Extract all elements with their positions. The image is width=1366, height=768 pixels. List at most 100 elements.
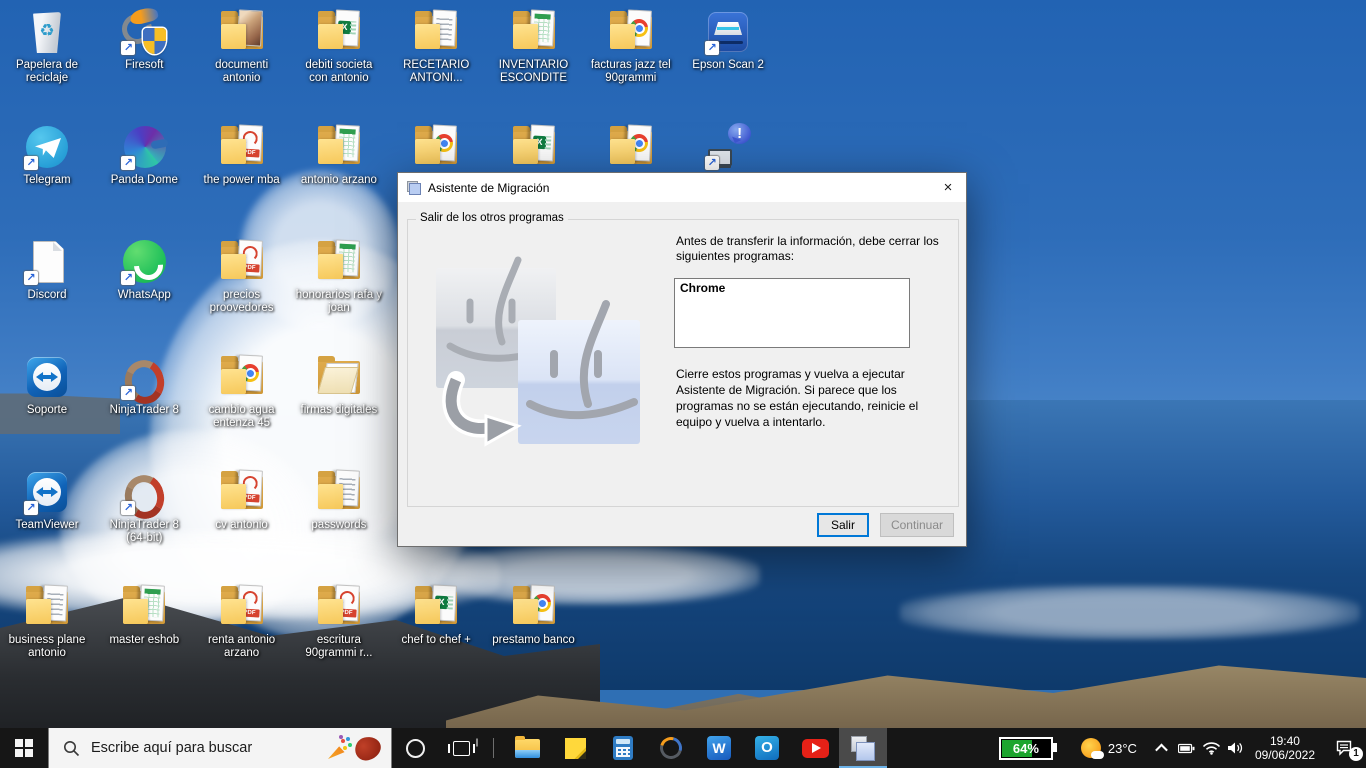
- task-view-button[interactable]: [438, 728, 484, 768]
- search-icon: [63, 740, 80, 757]
- programs-listbox[interactable]: Chrome: [674, 278, 910, 348]
- desktop-icon-firesoft[interactable]: Firesoft: [100, 5, 188, 72]
- desktop-icon-documenti-antonio[interactable]: documenti antonio: [198, 8, 286, 85]
- desktop-icon-chef-to-chef[interactable]: chef to chef +: [392, 583, 480, 647]
- screen: Papelera de reciclaje Firesoft documenti a…: [0, 0, 1366, 768]
- shortcut-arrow-icon: [705, 156, 720, 170]
- desktop-icon-inventario-escondite[interactable]: INVENTARIO ESCONDITE: [490, 8, 578, 85]
- taskbar-youtube-button[interactable]: [791, 728, 839, 768]
- desktop-icon-epson-scan-2[interactable]: Epson Scan 2: [684, 8, 772, 72]
- battery-percentage-widget[interactable]: 64%: [998, 736, 1057, 760]
- desktop-icon-label: escritura 90grammi r...: [305, 634, 373, 659]
- desktop-icon-escritura-90grammi[interactable]: escritura 90grammi r...: [295, 583, 383, 660]
- taskbar-sticky-notes-button[interactable]: [551, 728, 599, 768]
- clock[interactable]: 19:40 09/06/2022: [1255, 734, 1315, 763]
- folder-chrome-hidden-2-icon: [607, 123, 655, 171]
- desktop-icon-teamviewer[interactable]: TeamViewer: [3, 468, 91, 532]
- desktop-icon-label: TeamViewer: [15, 519, 79, 531]
- desktop-icon-facturas-jazz-tel-90grammi[interactable]: facturas jazz tel 90grammi: [587, 8, 675, 85]
- desktop-icon-label: antonio arzano: [300, 174, 377, 186]
- desktop-icon-the-power-mba[interactable]: the power mba: [198, 123, 286, 187]
- firesoft-icon: [659, 736, 683, 760]
- desktop-icon-telegram[interactable]: Telegram: [3, 123, 91, 187]
- desktop-icon-honorarios-rafa-y-joan[interactable]: honorarios rafa y joan: [295, 238, 383, 315]
- start-button[interactable]: [0, 728, 48, 768]
- desktop-icon-label: cv antonio: [215, 519, 268, 531]
- folder-chrome-hidden-1-icon: [412, 123, 460, 171]
- renta-antonio-arzano-icon: [218, 583, 266, 631]
- desktop-icon-whatsapp[interactable]: WhatsApp: [100, 238, 188, 302]
- desktop-icon-ninjatrader-8[interactable]: NinjaTrader 8: [100, 353, 188, 417]
- migration-assistant-dialog: Asistente de Migración × Salir de los ot…: [397, 172, 967, 547]
- weather-widget[interactable]: 23°C: [1080, 738, 1137, 759]
- desktop-icon-recycle-bin[interactable]: Papelera de reciclaje: [3, 8, 91, 85]
- taskbar-word-button[interactable]: [695, 728, 743, 768]
- chef-to-chef-icon: [412, 583, 460, 631]
- desktop-icon-ninjatrader-8-64-bit[interactable]: NinjaTrader 8 (64-bit): [100, 468, 188, 545]
- volume-tray-button[interactable]: [1224, 728, 1249, 768]
- desktop-icon-label: Telegram: [23, 174, 71, 186]
- taskbar: 64% 23°C 19:40 09/06/2022: [0, 728, 1366, 768]
- desktop-icon-folder-excel-hidden[interactable]: [490, 123, 578, 174]
- desktop-icon-precios-proovedores[interactable]: precios proovedores: [198, 238, 286, 315]
- desktop-icon-prestamo-banco[interactable]: prestamo banco: [490, 583, 578, 647]
- file-explorer-icon: [514, 735, 540, 758]
- tray-expand-button[interactable]: [1149, 728, 1174, 768]
- escritura-90grammi-icon: [315, 583, 363, 631]
- desktop-icon-panda-dome[interactable]: Panda Dome: [100, 123, 188, 187]
- desktop-icon-migration-alert[interactable]: [684, 123, 772, 174]
- recycle-bin-icon: [23, 8, 71, 56]
- prestamo-banco-icon: [510, 583, 558, 631]
- notification-badge: 1: [1349, 747, 1363, 761]
- discord-icon: [23, 238, 71, 286]
- continue-button[interactable]: Continuar: [879, 513, 954, 537]
- desktop-icon-master-eshob[interactable]: master eshob: [100, 583, 188, 647]
- taskbar-firesoft-button[interactable]: [647, 728, 695, 768]
- search-box[interactable]: [48, 728, 392, 768]
- taskbar-migration-assistant-button[interactable]: [839, 728, 887, 768]
- taskbar-calculator-button[interactable]: [599, 728, 647, 768]
- desktop-icon-cv-antonio[interactable]: cv antonio: [198, 468, 286, 532]
- cambio-agua-entenza-45-icon: [218, 353, 266, 401]
- desktop-icon-debiti-societa-con-antonio[interactable]: debiti societa con antonio: [295, 8, 383, 85]
- weather-sun-icon: [1080, 738, 1104, 759]
- desktop-icon-folder-chrome-hidden-1[interactable]: [392, 123, 480, 174]
- search-highlight-doodle-icon[interactable]: [352, 733, 384, 763]
- desktop-icon-firmas-digitales[interactable]: firmas digitales: [295, 353, 383, 417]
- desktop-icon-recetario-antonio[interactable]: RECETARIO ANTONI...: [392, 8, 480, 85]
- shortcut-arrow-icon: [121, 41, 136, 55]
- speaker-icon: [1228, 742, 1243, 754]
- desktop-icon-label: facturas jazz tel 90grammi: [590, 59, 671, 84]
- note-text: Cierre estos programas y vuelva a ejecut…: [676, 367, 919, 429]
- desktop-icon-discord[interactable]: Discord: [3, 238, 91, 302]
- desktop-icon-folder-chrome-hidden-2[interactable]: [587, 123, 675, 174]
- search-input[interactable]: [91, 740, 327, 756]
- desktop-icon-soporte[interactable]: Soporte: [3, 353, 91, 417]
- taskbar-outlook-button[interactable]: [743, 728, 791, 768]
- search-highlight-confetti-icon[interactable]: [327, 736, 351, 760]
- desktop-icon-passwords[interactable]: passwords: [295, 468, 383, 532]
- desktop-icon-antonio-arzano[interactable]: antonio arzano: [295, 123, 383, 187]
- desktop-icon-label: debiti societa con antonio: [305, 59, 373, 84]
- battery-tray-button[interactable]: [1174, 728, 1199, 768]
- desktop-icon-renta-antonio-arzano[interactable]: renta antonio arzano: [198, 583, 286, 660]
- antonio-arzano-icon: [315, 123, 363, 171]
- business-plane-antonio-icon: [23, 583, 71, 631]
- taskbar-file-explorer-button[interactable]: [503, 728, 551, 768]
- desktop-icon-business-plane-antonio[interactable]: business plane antonio: [3, 583, 91, 660]
- program-item[interactable]: Chrome: [680, 281, 725, 295]
- cortana-button[interactable]: [392, 728, 438, 768]
- exit-button[interactable]: Salir: [816, 513, 869, 537]
- desktop-icon-label: the power mba: [203, 174, 280, 186]
- shortcut-arrow-icon: [121, 156, 136, 170]
- dialog-titlebar[interactable]: Asistente de Migración ×: [398, 173, 966, 202]
- battery-percent-label: 64%: [1012, 740, 1039, 756]
- network-tray-button[interactable]: [1199, 728, 1224, 768]
- windows-logo-icon: [15, 739, 33, 757]
- desktop-icon-label: business plane antonio: [8, 634, 86, 659]
- task-view-icon: [447, 740, 475, 756]
- taskbar-separator: [493, 738, 494, 758]
- desktop-icon-cambio-agua-entenza-45[interactable]: cambio agua entenza 45: [198, 353, 286, 430]
- close-button[interactable]: ×: [930, 173, 966, 202]
- action-center-button[interactable]: 1: [1324, 728, 1366, 768]
